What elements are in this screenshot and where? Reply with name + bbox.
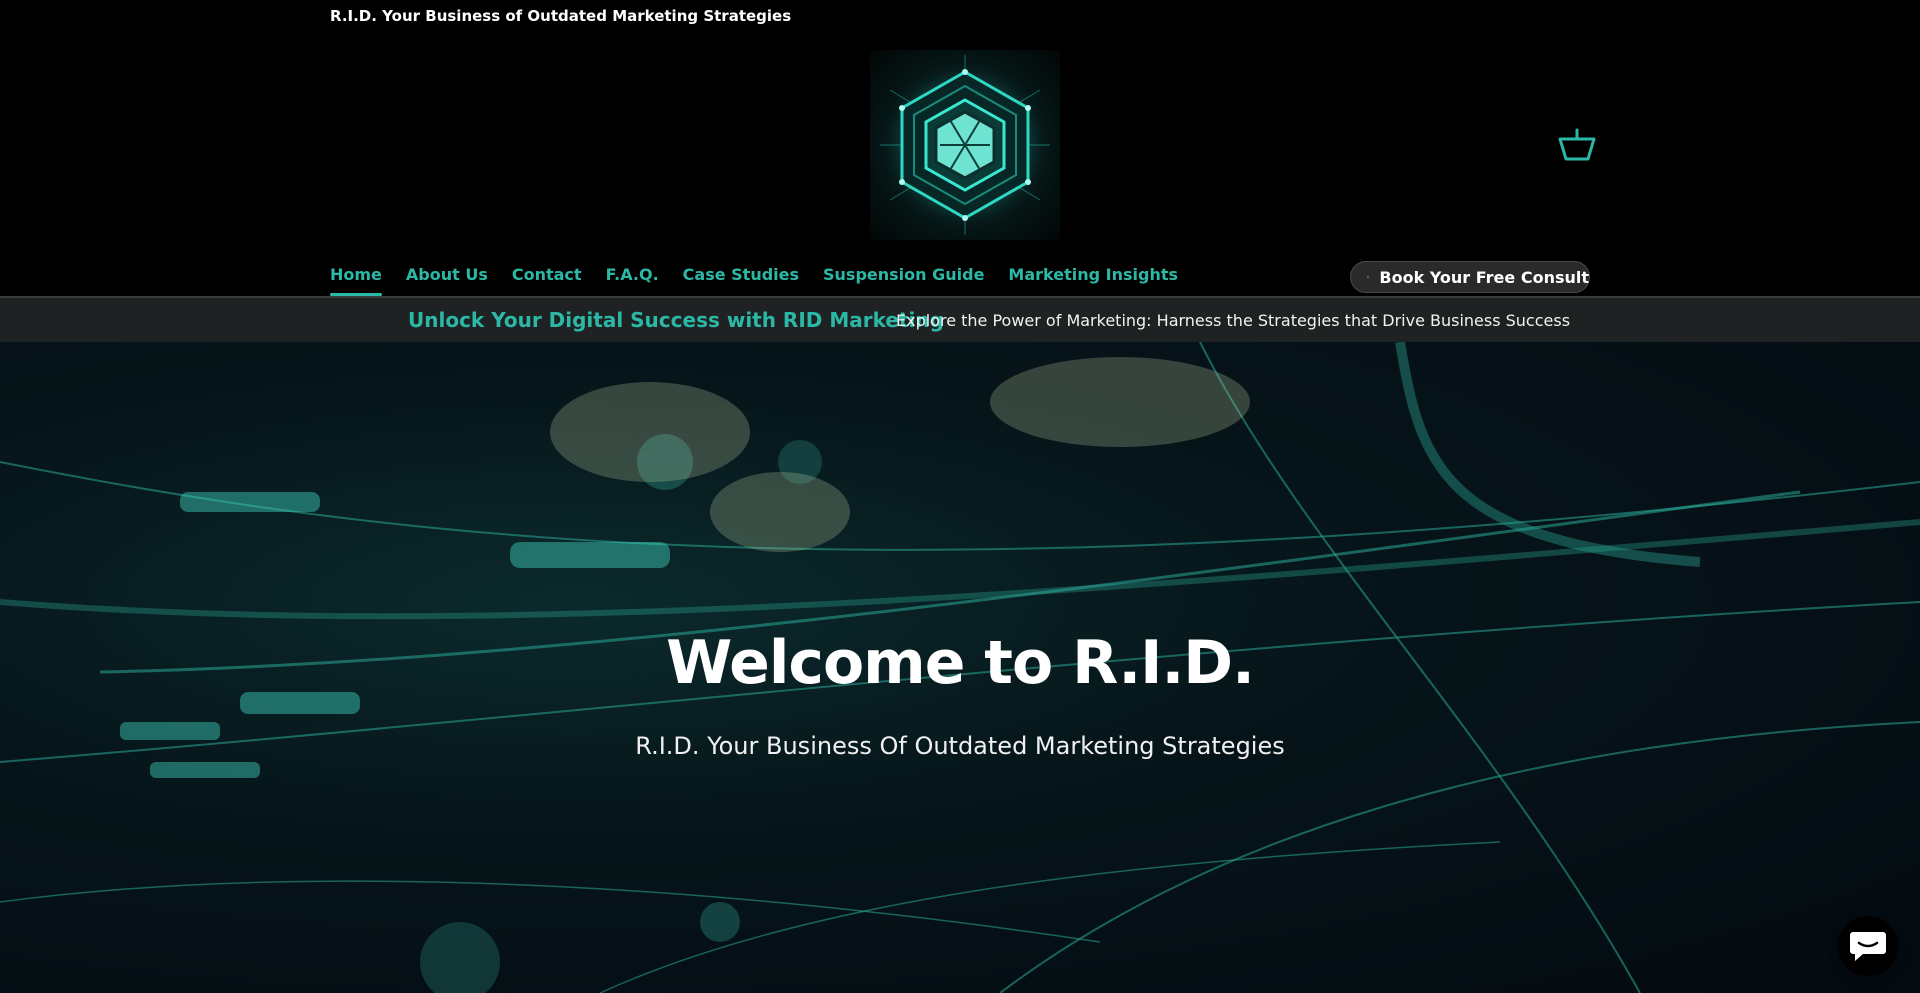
hexagon-logo-icon[interactable] — [870, 50, 1060, 240]
announcement-bar: Unlock Your Digital Success with RID Mar… — [0, 298, 1920, 342]
nav-item-contact[interactable]: Contact — [512, 262, 582, 296]
main-nav: Home About Us Contact F.A.Q. Case Studie… — [330, 262, 1178, 296]
announcement-text: Explore the Power of Marketing: Harness … — [896, 311, 1571, 330]
site-tagline[interactable]: R.I.D. Your Business of Outdated Marketi… — [330, 7, 791, 25]
hero-banner: Welcome to R.I.D. R.I.D. Your Business O… — [0, 342, 1920, 993]
book-consult-button[interactable]: Book Your Free Consult — [1350, 261, 1590, 293]
chat-bubble-icon[interactable] — [1838, 916, 1898, 976]
calendar-icon — [1367, 275, 1370, 279]
hero-title: Welcome to R.I.D. — [666, 628, 1255, 698]
nav-item-marketing-insights[interactable]: Marketing Insights — [1008, 262, 1178, 296]
top-bar: R.I.D. Your Business of Outdated Marketi… — [0, 0, 1920, 30]
nav-item-about-us[interactable]: About Us — [406, 262, 488, 296]
nav-item-case-studies[interactable]: Case Studies — [683, 262, 799, 296]
hero-subtitle: R.I.D. Your Business Of Outdated Marketi… — [635, 732, 1285, 760]
basket-icon[interactable] — [1558, 128, 1596, 162]
announcement-title[interactable]: Unlock Your Digital Success with RID Mar… — [408, 308, 944, 332]
nav-item-faq[interactable]: F.A.Q. — [606, 262, 659, 296]
book-consult-label: Book Your Free Consult — [1379, 267, 1589, 287]
nav-item-suspension-guide[interactable]: Suspension Guide — [823, 262, 984, 296]
nav-item-home[interactable]: Home — [330, 262, 382, 296]
